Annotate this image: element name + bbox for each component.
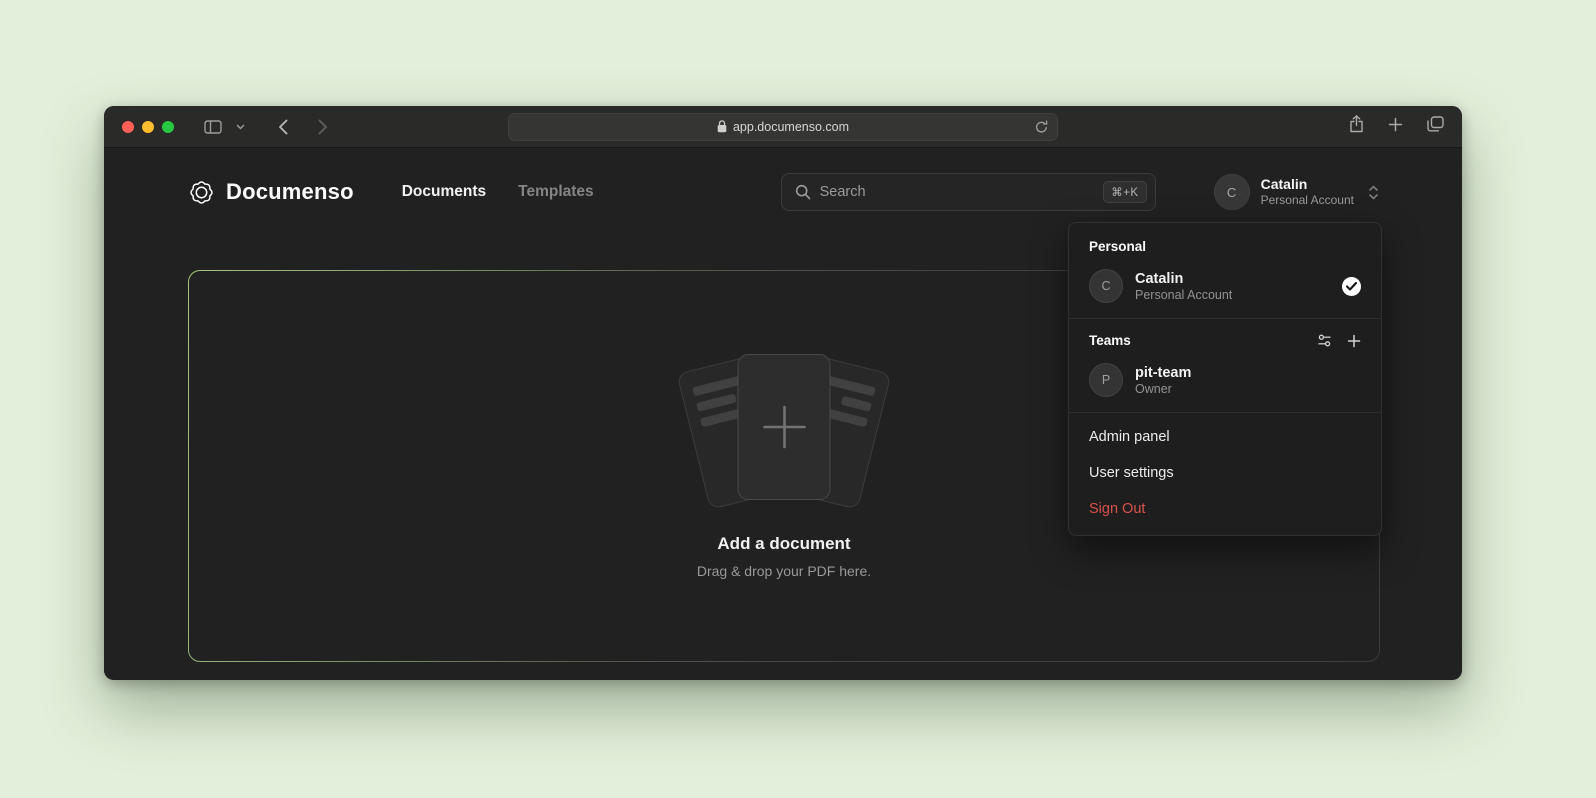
search-placeholder: Search — [820, 184, 866, 200]
account-subtitle: Personal Account — [1261, 193, 1354, 208]
brand-name: Documenso — [226, 179, 354, 205]
account-name: Catalin — [1261, 176, 1354, 194]
menu-divider — [1069, 318, 1381, 319]
brand[interactable]: Documenso — [188, 179, 354, 206]
team-item-pit-team[interactable]: P pit-team Owner — [1069, 357, 1381, 410]
browser-toolbar: app.documenso.com — [104, 106, 1462, 148]
tab-overview-icon[interactable] — [1427, 116, 1444, 137]
address-bar[interactable]: app.documenso.com — [508, 113, 1058, 141]
manage-teams-icon[interactable] — [1317, 333, 1332, 348]
add-document-card-icon — [738, 354, 831, 500]
personal-account-subtitle: Personal Account — [1135, 288, 1232, 302]
search-icon — [795, 184, 811, 200]
menu-divider — [1069, 412, 1381, 413]
selected-check-icon — [1342, 277, 1361, 296]
document-cards-illustration — [669, 354, 899, 504]
plus-icon — [756, 399, 812, 455]
url-text: app.documenso.com — [733, 120, 849, 134]
nav-documents[interactable]: Documents — [402, 183, 486, 201]
sidebar-chevron-icon[interactable] — [232, 114, 248, 140]
chevrons-up-down-icon — [1367, 184, 1380, 201]
personal-account-item[interactable]: C Catalin Personal Account — [1069, 263, 1381, 316]
menu-item-admin-panel[interactable]: Admin panel — [1069, 419, 1381, 455]
new-tab-icon[interactable] — [1388, 117, 1403, 137]
browser-window: app.documenso.com — [104, 106, 1462, 680]
account-menu-button[interactable]: C Catalin Personal Account — [1214, 174, 1380, 210]
traffic-lights — [122, 121, 174, 133]
team-role: Owner — [1135, 382, 1191, 396]
teams-section-header: Teams — [1069, 321, 1381, 357]
back-button[interactable] — [270, 114, 296, 140]
personal-section-label: Personal — [1069, 227, 1381, 263]
account-dropdown-menu: Personal C Catalin Personal Account Team… — [1068, 222, 1382, 536]
sidebar-toggle-icon[interactable] — [200, 114, 226, 140]
reload-icon[interactable] — [1035, 120, 1048, 134]
search-input[interactable]: Search ⌘+K — [781, 173, 1156, 211]
avatar: C — [1089, 269, 1123, 303]
dropzone-subtitle: Drag & drop your PDF here. — [697, 563, 871, 579]
menu-item-user-settings[interactable]: User settings — [1069, 455, 1381, 491]
primary-nav: Documents Templates — [402, 183, 594, 201]
team-name: pit-team — [1135, 364, 1191, 383]
personal-account-name: Catalin — [1135, 270, 1232, 289]
search-shortcut-badge: ⌘+K — [1103, 181, 1146, 203]
lock-icon — [717, 120, 727, 133]
dropzone-title: Add a document — [717, 534, 850, 554]
minimize-window-button[interactable] — [142, 121, 154, 133]
menu-item-sign-out[interactable]: Sign Out — [1069, 491, 1381, 527]
teams-section-label: Teams — [1089, 333, 1131, 348]
add-team-icon[interactable] — [1347, 334, 1361, 348]
documenso-logo-icon — [188, 179, 215, 206]
share-icon[interactable] — [1349, 115, 1364, 138]
page-content: Documenso Documents Templates Search ⌘+K… — [104, 148, 1462, 679]
zoom-window-button[interactable] — [162, 121, 174, 133]
forward-button[interactable] — [310, 114, 336, 140]
nav-templates[interactable]: Templates — [518, 183, 594, 201]
avatar: C — [1214, 174, 1250, 210]
close-window-button[interactable] — [122, 121, 134, 133]
avatar: P — [1089, 363, 1123, 397]
